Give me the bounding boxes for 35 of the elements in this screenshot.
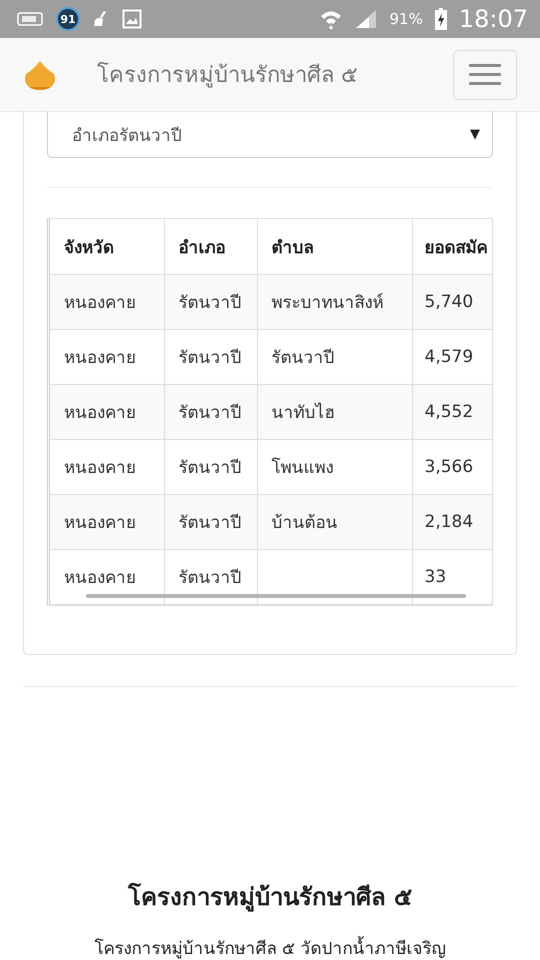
table-cell: หนองคาย [50, 274, 164, 329]
table-cell: 5,740 [412, 274, 492, 329]
battery-charging-icon [434, 8, 447, 30]
table-cell: หนองคาย [50, 439, 164, 494]
column-header: อำเภอ [164, 219, 257, 274]
clock: 18:07 [458, 5, 528, 33]
menu-button[interactable] [453, 50, 517, 100]
table-cell: หนองคาย [50, 384, 164, 439]
table-cell: รัตนวาปี [164, 274, 257, 329]
table-cell: บ้านต้อน [257, 494, 412, 549]
column-header: จังหวัด [50, 219, 164, 274]
table-cell: พระบาทนาสิงห์ [257, 274, 412, 329]
table-cell: รัตนวาปี [164, 439, 257, 494]
table-cell: หนองคาย [50, 329, 164, 384]
site-title[interactable]: โครงการหมู่บ้านรักษาศีล ๕ [97, 57, 453, 92]
column-header: ตำบล [257, 219, 412, 274]
battery-percent: 91% [389, 10, 423, 28]
image-icon [122, 9, 142, 29]
logo-icon [23, 60, 57, 90]
table-cell: โพนแพง [257, 439, 412, 494]
table-cell: รัตนวาปี [257, 329, 412, 384]
scrollbar[interactable] [86, 594, 466, 598]
table-cell: นาทับไฮ [257, 384, 412, 439]
table-cell: 4,552 [412, 384, 492, 439]
footer-text: โครงการหมู่บ้านรักษาศีล ๕ วัดปากน้ำภาษีเจริญ [0, 934, 540, 960]
district-select[interactable]: อำเภอรัตนวาปี ▼ [47, 112, 493, 158]
footer-heading: โครงการหมู่บ้านรักษาศีล ๕ [126, 882, 414, 914]
table-cell: หนองคาย [50, 494, 164, 549]
notification-icon [16, 10, 44, 28]
table-cell: รัตนวาปี [164, 494, 257, 549]
signal-icon [355, 9, 378, 29]
table-cell: รัตนวาปี [164, 384, 257, 439]
table-cell: 2,184 [412, 494, 492, 549]
notification-badge: 91 [56, 7, 80, 31]
table-cell: รัตนวาปี [164, 329, 257, 384]
